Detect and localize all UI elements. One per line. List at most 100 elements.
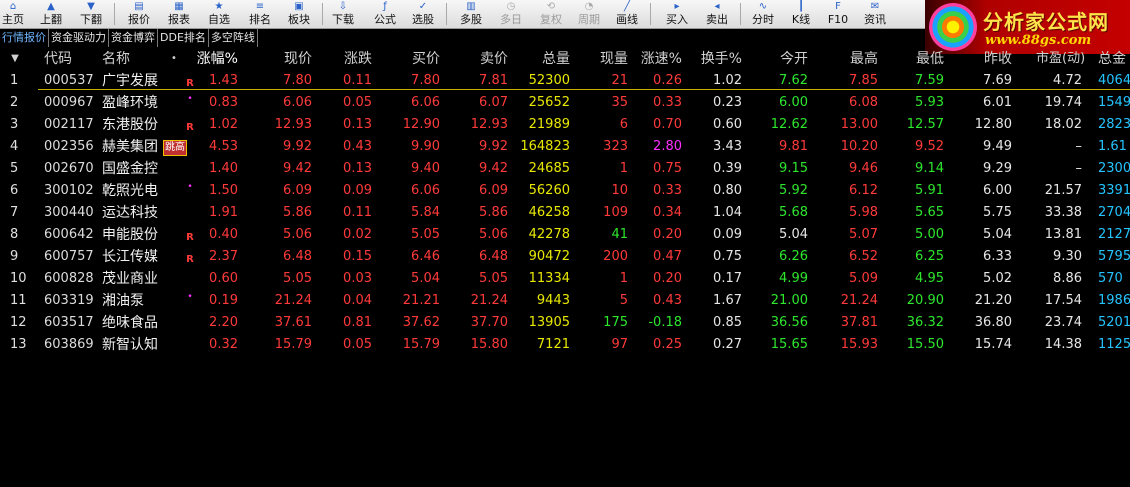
- toolbar-button-adjust[interactable]: ⟲ 复权: [536, 0, 566, 28]
- toolbar-button-period[interactable]: ◔ 周期: [574, 0, 604, 28]
- cell-bid: 9.40: [411, 161, 440, 176]
- header-amount[interactable]: 总金: [1098, 48, 1130, 70]
- cell-open: 5.68: [779, 205, 808, 220]
- sort-arrow-icon[interactable]: ▼: [8, 48, 22, 70]
- table-row[interactable]: 11 603319 湘油泵 0.19 21.24 0.04 21.21 21.24 9443 5 0…: [0, 290, 1130, 312]
- cell-chg-pct: 1.02: [209, 117, 238, 132]
- toolbar-button-multi-stock[interactable]: ▥ 多股: [456, 0, 486, 28]
- header-prev-close[interactable]: 昨收: [964, 48, 1012, 70]
- header-menu-dot[interactable]: •: [168, 48, 180, 70]
- cell-code: 300440: [44, 205, 94, 220]
- table-row[interactable]: 6 300102 乾照光电 1.50 6.09 0.09 6.06 6.09 56260 10 0.…: [0, 180, 1130, 202]
- toolbar-button-intraday[interactable]: ∿ 分时: [748, 0, 778, 28]
- cell-speed: 0.33: [653, 183, 682, 198]
- header-speed[interactable]: 涨速%: [634, 48, 682, 70]
- dot-mark-icon: •: [187, 292, 193, 302]
- tab-5[interactable]: 多空阵线: [209, 29, 258, 47]
- toolbar-button-download[interactable]: ⇩ 下载: [328, 0, 358, 28]
- cell-change: 0.11: [343, 205, 372, 220]
- toolbar-button-sell[interactable]: ◂ 卖出: [702, 0, 732, 28]
- cell-ask: 37.70: [470, 315, 508, 330]
- toolbar-button-f10[interactable]: F F10: [826, 0, 850, 28]
- toolbar-button-buy[interactable]: ▸ 买入: [662, 0, 692, 28]
- cell-price: 37.61: [274, 315, 312, 330]
- cell-cur-vol: 323: [603, 139, 628, 154]
- header-open[interactable]: 今开: [760, 48, 808, 70]
- cell-open: 12.62: [770, 117, 808, 132]
- header-cur-vol[interactable]: 现量: [580, 48, 628, 70]
- toolbar-button-formula[interactable]: ƒ 公式: [370, 0, 400, 28]
- header-change[interactable]: 涨跌: [324, 48, 372, 70]
- tab-1[interactable]: 行情报价: [0, 29, 49, 47]
- toolbar-button-sector[interactable]: ▣ 板块: [284, 0, 314, 28]
- table-row[interactable]: 3 002117 东港股份 1.02 12.93 0.13 12.90 12.93 21989 6…: [0, 114, 1130, 136]
- header-high[interactable]: 最高: [830, 48, 878, 70]
- cell-price: 5.06: [283, 227, 312, 242]
- f10-icon: F: [835, 1, 841, 12]
- table-row[interactable]: 12 603517 绝味食品 2.20 37.61 0.81 37.62 37.70 13905…: [0, 312, 1130, 334]
- toolbar-button-arrow-down[interactable]: ▼ 下翻: [76, 0, 106, 28]
- cell-low: 5.00: [915, 227, 944, 242]
- header-volume[interactable]: 总量: [510, 48, 570, 70]
- header-turnover[interactable]: 换手%: [694, 48, 742, 70]
- toolbar-button-arrow-up[interactable]: ▲ 上翻: [38, 0, 64, 28]
- cell-prev-close: 15.74: [974, 337, 1012, 352]
- table-header-row: ▼ 代码 名称 涨幅% 现价 涨跌 买价 卖价 总量 现量 涨速% 换手% 今开 最高 最低 昨收 市盈(动) 总…: [0, 48, 1130, 70]
- toolbar-button-draw-line[interactable]: ╱ 画线: [612, 0, 642, 28]
- toolbar-button-multi-day[interactable]: ◷ 多日: [496, 0, 526, 28]
- toolbar-button-kline[interactable]: ┃ K线: [788, 0, 814, 28]
- table-row[interactable]: 8 600642 申能股份 0.40 5.06 0.02 5.05 5.06 42278 41 0.…: [0, 224, 1130, 246]
- cell-low: 36.32: [906, 315, 944, 330]
- table-row[interactable]: 7 300440 运达科技 1.91 5.86 0.11 5.84 5.86 46258 109 0…: [0, 202, 1130, 224]
- cell-chg-pct: 0.40: [209, 227, 238, 242]
- tab-3[interactable]: 资金博弈: [109, 29, 158, 47]
- cell-chg-pct: 2.37: [209, 249, 238, 264]
- multi-stock-icon: ▥: [466, 1, 476, 12]
- cell-code: 603517: [44, 315, 94, 330]
- toolbar-button-report[interactable]: ▦ 报表: [164, 0, 194, 28]
- cell-amount: 1549: [1098, 95, 1130, 110]
- kline-icon: ┃: [797, 1, 805, 12]
- cell-bid: 12.90: [402, 117, 440, 132]
- header-low[interactable]: 最低: [896, 48, 944, 70]
- cell-ask: 12.93: [470, 117, 508, 132]
- cell-speed: 0.70: [653, 117, 682, 132]
- header-chg-pct[interactable]: 涨幅%: [190, 48, 238, 70]
- toolbar-button-star[interactable]: ★ 自选: [204, 0, 234, 28]
- toolbar-button-home[interactable]: ⌂ 主页: [0, 0, 26, 28]
- tab-2[interactable]: 资金驱动力: [49, 29, 109, 47]
- header-ask[interactable]: 卖价: [460, 48, 508, 70]
- table-row[interactable]: 5 002670 国盛金控 1.40 9.42 0.13 9.40 9.42 24685 1 0.7…: [0, 158, 1130, 180]
- row-index: 5: [10, 161, 19, 176]
- cell-low: 4.95: [915, 271, 944, 286]
- cell-volume: 56260: [528, 183, 570, 198]
- cell-ask: 6.48: [479, 249, 508, 264]
- toolbar-button-quote[interactable]: ▤ 报价: [124, 0, 154, 28]
- cell-price: 5.86: [283, 205, 312, 220]
- table-row[interactable]: 13 603869 新智认知 0.32 15.79 0.05 15.79 15.80 7121 9…: [0, 334, 1130, 356]
- cell-name: 绝味食品: [102, 315, 158, 331]
- cell-chg-pct: 0.83: [209, 95, 238, 110]
- cell-speed: 0.34: [653, 205, 682, 220]
- table-row[interactable]: 1 000537 广宇发展 1.43 7.80 0.11 7.80 7.81 52300 21 0.…: [0, 70, 1130, 92]
- table-row[interactable]: 4 002356 赫美集团 4.53 9.92 0.43 9.90 9.92 164823 323…: [0, 136, 1130, 158]
- cell-name: 国盛金控: [102, 161, 158, 177]
- cell-pe: 19.74: [1044, 95, 1082, 110]
- header-code[interactable]: 代码: [44, 48, 94, 70]
- header-name[interactable]: 名称: [102, 48, 162, 70]
- cell-pe: 33.38: [1044, 205, 1082, 220]
- cell-name: 运达科技: [102, 205, 158, 221]
- toolbar-button-news[interactable]: ✉ 资讯: [862, 0, 888, 28]
- toolbar-button-stock-pick[interactable]: ✓ 选股: [408, 0, 438, 28]
- header-price[interactable]: 现价: [264, 48, 312, 70]
- header-bid[interactable]: 买价: [392, 48, 440, 70]
- cell-bid: 6.06: [411, 95, 440, 110]
- table-row[interactable]: 2 000967 盈峰环境 0.83 6.06 0.05 6.06 6.07 25652 35 0.…: [0, 92, 1130, 114]
- header-pe[interactable]: 市盈(动): [1036, 48, 1085, 70]
- table-row[interactable]: 9 600757 长江传媒 2.37 6.48 0.15 6.46 6.48 90472 200 0…: [0, 246, 1130, 268]
- sector-icon: ▣: [294, 1, 304, 12]
- tab-4[interactable]: DDE排名: [158, 29, 209, 47]
- toolbar-button-rank[interactable]: ≡ 排名: [245, 0, 275, 28]
- cell-chg-pct: 1.91: [209, 205, 238, 220]
- table-row[interactable]: 10 600828 茂业商业 0.60 5.05 0.03 5.04 5.05 11334 1 0.…: [0, 268, 1130, 290]
